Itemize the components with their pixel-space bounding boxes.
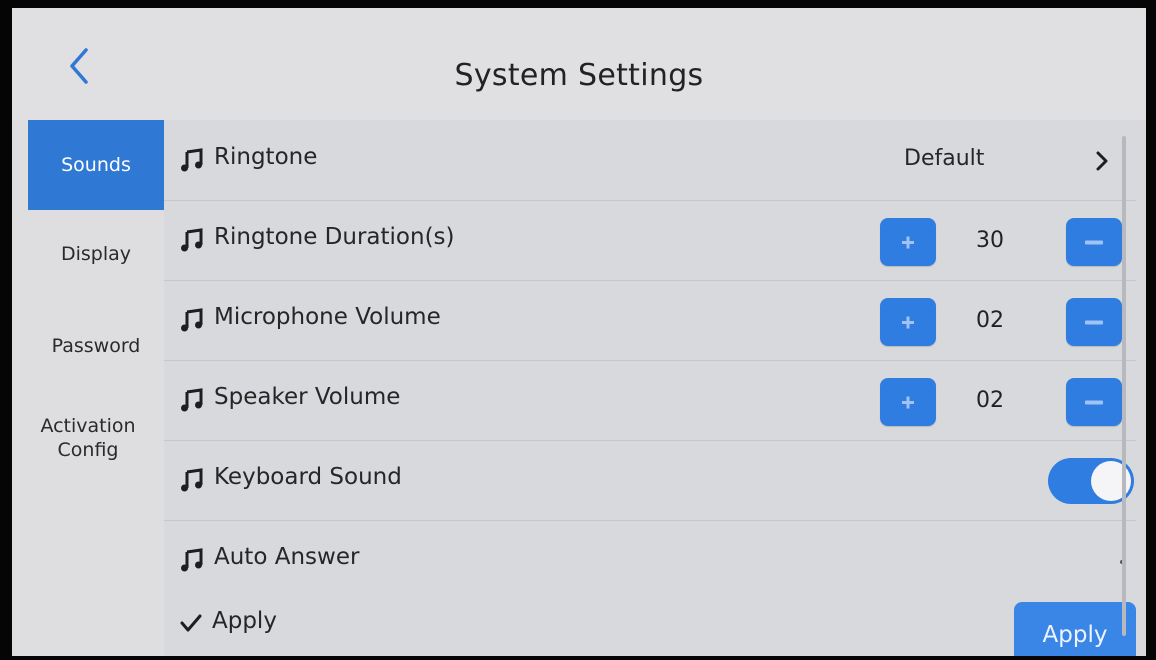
increase-button[interactable] [880, 298, 936, 346]
music-note-icon [181, 468, 203, 492]
minus-icon [1085, 320, 1103, 325]
sidebar-item-label: Password [51, 335, 141, 357]
sidebar-item-display[interactable]: Display [28, 242, 164, 266]
ringtone-value: Default [904, 146, 985, 171]
checkmark-icon [180, 614, 202, 632]
increase-button[interactable] [880, 218, 936, 266]
stepper-value: 30 [976, 228, 1004, 253]
setting-row-ringtone-duration: Ringtone Duration(s) 30 [164, 200, 1136, 281]
plus-icon [902, 236, 914, 249]
sidebar-item-label: Display [60, 243, 132, 265]
setting-row-microphone-volume: Microphone Volume 02 [164, 280, 1136, 361]
setting-label: Microphone Volume [214, 304, 441, 330]
music-note-icon [181, 308, 203, 332]
setting-label: Speaker Volume [214, 384, 401, 410]
apply-button[interactable]: Apply [1014, 602, 1136, 656]
scrollbar[interactable] [1122, 136, 1126, 636]
decrease-button[interactable] [1066, 378, 1122, 426]
music-note-icon [181, 228, 203, 252]
sidebar-item-label: Sounds [61, 154, 131, 176]
decrease-button[interactable] [1066, 218, 1122, 266]
sidebar-item-password[interactable]: Password [28, 334, 164, 358]
sidebar-item-sounds[interactable]: Sounds [28, 120, 164, 210]
stepper-value: 02 [976, 308, 1004, 333]
increase-button[interactable] [880, 378, 936, 426]
apply-label: Apply [212, 608, 277, 634]
music-note-icon [181, 548, 203, 572]
minus-icon [1085, 240, 1103, 245]
apply-row: Apply Apply [164, 602, 1146, 656]
music-note-icon [181, 388, 203, 412]
setting-label: Auto Answer [214, 544, 360, 570]
settings-list: Ringtone Default Ringtone Duration(s) 30… [164, 120, 1146, 656]
setting-row-speaker-volume: Speaker Volume 02 [164, 360, 1136, 441]
page-title: System Settings [454, 58, 704, 93]
setting-label: Ringtone Duration(s) [214, 224, 455, 250]
music-note-icon [181, 148, 203, 172]
chevron-right-icon [1096, 151, 1108, 171]
header: System Settings [12, 8, 1146, 121]
sidebar: Sounds Display Password Activation Confi… [12, 120, 164, 656]
decrease-button[interactable] [1066, 298, 1122, 346]
stepper-value: 02 [976, 388, 1004, 413]
sidebar-item-activation-config[interactable]: Activation Config [18, 414, 158, 462]
setting-label: Ringtone [214, 144, 318, 170]
setting-label: Keyboard Sound [214, 464, 402, 490]
setting-row-keyboard-sound: Keyboard Sound [164, 440, 1136, 521]
setting-row-ringtone[interactable]: Ringtone Default [164, 120, 1136, 201]
sidebar-item-label: Activation Config [40, 415, 136, 461]
screen: System Settings Sounds Display Password … [12, 8, 1146, 656]
plus-icon [902, 396, 914, 409]
plus-icon [902, 316, 914, 329]
setting-row-auto-answer: Auto Answer [164, 520, 1136, 600]
minus-icon [1085, 400, 1103, 405]
